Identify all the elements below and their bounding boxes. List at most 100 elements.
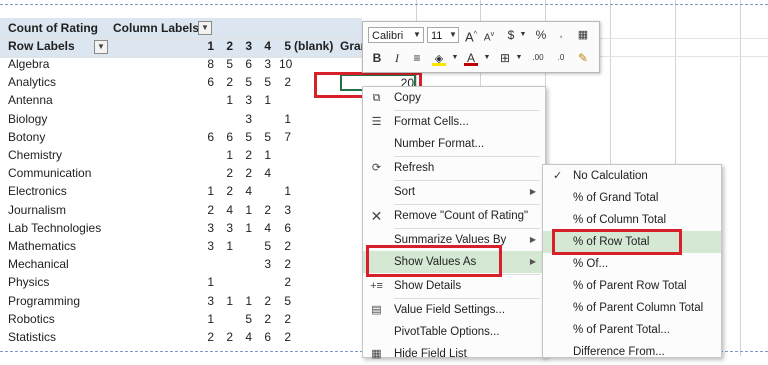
- pivot-value-cell[interactable]: 8: [202, 56, 214, 72]
- pivot-value-cell[interactable]: 6: [202, 129, 214, 145]
- menu-pivottable-options[interactable]: PivotTable Options...: [363, 321, 545, 343]
- submenu-pct-column-total[interactable]: % of Column Total: [543, 209, 721, 231]
- row-label[interactable]: Physics: [8, 274, 49, 290]
- pivot-value-cell[interactable]: 6: [221, 129, 233, 145]
- menu-hide-field-list[interactable]: ▦ Hide Field List: [363, 343, 545, 365]
- font-color-button[interactable]: A: [463, 50, 479, 66]
- format-painter-icon[interactable]: ✎: [575, 50, 591, 66]
- row-label[interactable]: Journalism: [8, 202, 66, 218]
- bold-button[interactable]: B: [369, 50, 385, 66]
- align-center-icon[interactable]: ≡: [409, 50, 425, 66]
- decrease-decimal-button[interactable]: .0: [551, 50, 571, 66]
- submenu-pct-of[interactable]: % Of...: [543, 253, 721, 275]
- pivot-value-cell[interactable]: 6: [202, 74, 214, 90]
- submenu-pct-parent-row-total[interactable]: % of Parent Row Total: [543, 275, 721, 297]
- pivot-value-cell[interactable]: 1: [240, 202, 252, 218]
- pivot-value-cell[interactable]: 1: [202, 274, 214, 290]
- pivot-value-cell[interactable]: 3: [221, 220, 233, 236]
- row-label[interactable]: Analytics: [8, 74, 56, 90]
- pivot-value-cell[interactable]: 2: [221, 329, 233, 345]
- pivot-value-cell[interactable]: 2: [221, 74, 233, 90]
- pivot-value-cell[interactable]: 5: [259, 74, 271, 90]
- pivot-value-cell[interactable]: 7: [279, 129, 291, 145]
- submenu-pct-parent-total[interactable]: % of Parent Total...: [543, 319, 721, 341]
- pivot-value-cell[interactable]: 2: [240, 165, 252, 181]
- submenu-pct-parent-column-total[interactable]: % of Parent Column Total: [543, 297, 721, 319]
- pivot-value-cell[interactable]: 4: [240, 183, 252, 199]
- pivot-value-cell[interactable]: 1: [202, 311, 214, 327]
- pivot-value-cell[interactable]: 4: [221, 202, 233, 218]
- pivot-value-cell[interactable]: 4: [259, 165, 271, 181]
- menu-refresh[interactable]: ⟳ Refresh: [363, 157, 545, 179]
- row-label[interactable]: Robotics: [8, 311, 55, 327]
- row-label[interactable]: Programming: [8, 293, 80, 309]
- pivot-value-cell[interactable]: 2: [221, 183, 233, 199]
- pivot-value-cell[interactable]: 1: [259, 147, 271, 163]
- pivot-column-labels[interactable]: Column Labels: [113, 20, 199, 36]
- menu-format-cells[interactable]: ☰ Format Cells...: [363, 111, 545, 133]
- menu-number-format[interactable]: Number Format...: [363, 133, 545, 155]
- chevron-down-icon[interactable]: ▼: [511, 50, 527, 66]
- pivot-value-cell[interactable]: 1: [279, 111, 291, 127]
- pivot-value-cell[interactable]: 2: [240, 147, 252, 163]
- pivot-value-cell[interactable]: 4: [259, 220, 271, 236]
- pivot-value-cell[interactable]: 4: [240, 329, 252, 345]
- pivot-value-cell[interactable]: 2: [259, 202, 271, 218]
- pivot-value-cell[interactable]: 5: [279, 293, 291, 309]
- shrink-font-button[interactable]: Av: [481, 27, 497, 43]
- pivot-value-cell[interactable]: 2: [202, 202, 214, 218]
- pivot-value-cell[interactable]: 5: [259, 238, 271, 254]
- fill-color-button[interactable]: ◈: [431, 50, 447, 66]
- chevron-down-icon[interactable]: ▼: [409, 27, 425, 43]
- row-label[interactable]: Antenna: [8, 92, 53, 108]
- row-label[interactable]: Statistics: [8, 329, 56, 345]
- column-labels-filter-button[interactable]: ▼: [198, 21, 212, 35]
- pivot-value-cell[interactable]: 2: [279, 329, 291, 345]
- pivot-value-cell[interactable]: 3: [279, 202, 291, 218]
- chevron-down-icon[interactable]: ▼: [445, 27, 461, 43]
- percent-button[interactable]: %: [533, 27, 549, 43]
- menu-sort[interactable]: Sort ▶: [363, 181, 545, 203]
- pivot-value-cell[interactable]: 2: [279, 274, 291, 290]
- pivot-value-cell[interactable]: 1: [240, 220, 252, 236]
- pivot-value-cell[interactable]: 1: [240, 293, 252, 309]
- row-label[interactable]: Chemistry: [8, 147, 62, 163]
- menu-value-field-settings[interactable]: ▤ Value Field Settings...: [363, 299, 545, 321]
- pivot-value-cell[interactable]: 5: [240, 74, 252, 90]
- pivot-value-cell[interactable]: 3: [202, 238, 214, 254]
- pivot-value-field[interactable]: Count of Rating: [8, 20, 98, 36]
- chevron-down-icon[interactable]: ▼: [447, 50, 463, 66]
- row-label[interactable]: Communication: [8, 165, 91, 181]
- chevron-down-icon[interactable]: ▼: [515, 27, 531, 43]
- pivot-value-cell[interactable]: 5: [240, 311, 252, 327]
- row-label[interactable]: Biology: [8, 111, 47, 127]
- row-label[interactable]: Mathematics: [8, 238, 76, 254]
- pivot-value-cell[interactable]: 1: [202, 183, 214, 199]
- row-label[interactable]: Botony: [8, 129, 45, 145]
- pivot-value-cell[interactable]: 10: [279, 56, 292, 72]
- pivot-value-cell[interactable]: 1: [221, 238, 233, 254]
- pivot-value-cell[interactable]: 1: [221, 147, 233, 163]
- pivot-value-cell[interactable]: 2: [279, 256, 291, 272]
- row-label[interactable]: Lab Technologies: [8, 220, 101, 236]
- pivot-value-cell[interactable]: 2: [259, 293, 271, 309]
- pivot-value-cell[interactable]: 2: [202, 329, 214, 345]
- pivot-value-cell[interactable]: 3: [259, 256, 271, 272]
- menu-remove-field[interactable]: ✕ Remove "Count of Rating": [363, 205, 545, 227]
- grow-font-button[interactable]: A^: [463, 27, 479, 44]
- format-table-icon[interactable]: ▦: [575, 27, 591, 43]
- menu-show-details[interactable]: +≡ Show Details: [363, 275, 545, 297]
- pivot-value-cell[interactable]: 6: [240, 56, 252, 72]
- pivot-value-cell[interactable]: 3: [202, 220, 214, 236]
- chevron-down-icon[interactable]: ▼: [479, 50, 495, 66]
- pivot-value-cell[interactable]: 3: [240, 92, 252, 108]
- pivot-value-cell[interactable]: 3: [240, 111, 252, 127]
- pivot-value-cell[interactable]: 1: [259, 92, 271, 108]
- pivot-value-cell[interactable]: 3: [202, 293, 214, 309]
- row-label[interactable]: Electronics: [8, 183, 67, 199]
- row-label[interactable]: Algebra: [8, 56, 49, 72]
- comma-style-button[interactable]: ,: [553, 27, 569, 43]
- submenu-no-calculation[interactable]: ✓ No Calculation: [543, 165, 721, 187]
- submenu-difference-from[interactable]: Difference From...: [543, 341, 721, 363]
- pivot-value-cell[interactable]: 3: [259, 56, 271, 72]
